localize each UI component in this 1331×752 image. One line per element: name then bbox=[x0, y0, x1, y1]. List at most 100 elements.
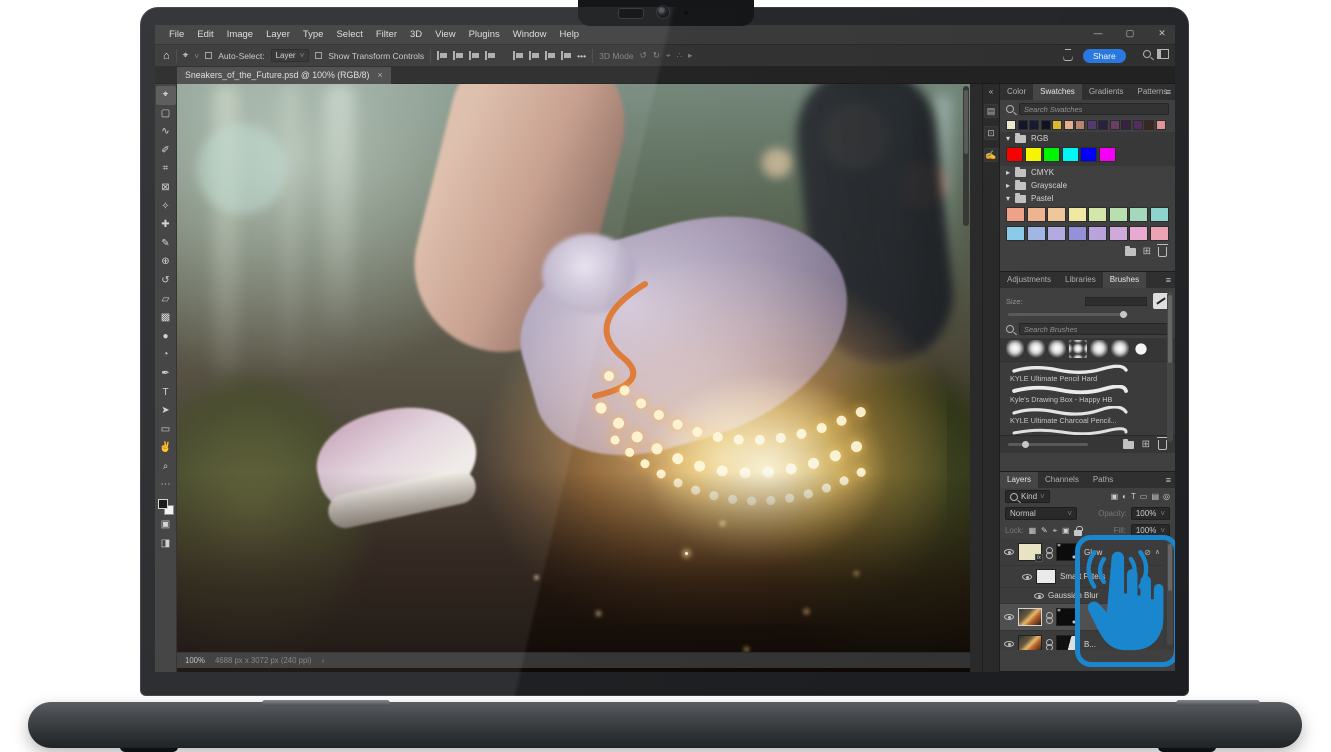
swatch[interactable] bbox=[1133, 120, 1143, 130]
learn-panel-icon[interactable]: ✍ bbox=[984, 148, 998, 162]
swatch-group-pastel[interactable]: ▾ Pastel bbox=[1000, 192, 1175, 205]
maximize-button[interactable]: ▢ bbox=[1117, 25, 1143, 43]
swatch[interactable] bbox=[1121, 120, 1131, 130]
swatch-group-grayscale[interactable]: ▸ Grayscale bbox=[1000, 179, 1175, 192]
swatch[interactable] bbox=[1110, 120, 1120, 130]
new-brush-group-icon[interactable] bbox=[1123, 441, 1134, 449]
lasso-tool[interactable]: ∿ bbox=[156, 123, 176, 142]
tab-layers[interactable]: Layers bbox=[1000, 472, 1038, 488]
more-align-options-icon[interactable]: ••• bbox=[577, 51, 586, 61]
soft-brush-preset[interactable] bbox=[1006, 340, 1024, 358]
distribute-bottom-icon[interactable] bbox=[561, 51, 571, 60]
swatch[interactable] bbox=[1029, 120, 1039, 130]
tab-brushes[interactable]: Brushes bbox=[1103, 272, 1146, 288]
new-swatch-icon[interactable]: ⊞ bbox=[1143, 246, 1151, 257]
slider-thumb[interactable] bbox=[1120, 311, 1127, 318]
tab-gradients[interactable]: Gradients bbox=[1082, 84, 1131, 100]
swatch[interactable] bbox=[1075, 120, 1085, 130]
blend-mode-dropdown[interactable]: Normal ˅ bbox=[1005, 507, 1077, 520]
panel-menu-icon[interactable]: ≡ bbox=[1166, 84, 1171, 100]
menu-plugins[interactable]: Plugins bbox=[463, 25, 506, 45]
pen-tool[interactable]: ✒ bbox=[156, 365, 176, 384]
frame-tool[interactable]: ⊠ bbox=[156, 179, 176, 198]
show-transform-checkbox[interactable] bbox=[315, 52, 322, 59]
zoom-level[interactable]: 100% bbox=[185, 656, 205, 665]
visibility-eye-icon[interactable] bbox=[1034, 593, 1044, 599]
tab-channels[interactable]: Channels bbox=[1038, 472, 1086, 488]
layer-filter-kind-dropdown[interactable]: Kind ˅ bbox=[1005, 490, 1050, 503]
object-selection-tool[interactable]: ✐ bbox=[156, 142, 176, 161]
trash-icon[interactable] bbox=[1158, 440, 1167, 450]
filter-smart-object-icon[interactable]: ▤ bbox=[1151, 492, 1159, 501]
swatch[interactable] bbox=[1099, 147, 1116, 162]
filter-adjustment-icon[interactable]: ◐ bbox=[1122, 492, 1127, 501]
eraser-tool[interactable]: ▱ bbox=[156, 291, 176, 310]
swatch[interactable] bbox=[1109, 226, 1128, 241]
auto-select-target-dropdown[interactable]: Layer ˅ bbox=[271, 49, 310, 62]
menu-3d[interactable]: 3D bbox=[404, 25, 428, 45]
swatch[interactable] bbox=[1062, 147, 1079, 162]
smart-filter-mask-thumbnail[interactable] bbox=[1036, 569, 1056, 584]
filter-type-icon[interactable]: T bbox=[1131, 492, 1136, 501]
menu-help[interactable]: Help bbox=[554, 25, 586, 45]
blur-tool[interactable]: ● bbox=[156, 328, 176, 347]
swatch[interactable] bbox=[1150, 207, 1169, 222]
chevron-down-icon[interactable]: ▾ bbox=[1006, 194, 1010, 203]
close-tab-icon[interactable]: × bbox=[377, 67, 382, 84]
swatch[interactable] bbox=[1088, 207, 1107, 222]
auto-select-checkbox[interactable] bbox=[205, 52, 212, 59]
swatch[interactable] bbox=[1129, 207, 1148, 222]
path-selection-tool[interactable]: ➤ bbox=[156, 402, 176, 421]
brushes-scrollbar[interactable] bbox=[1167, 292, 1173, 442]
swatch[interactable] bbox=[1052, 120, 1062, 130]
brush-item-name[interactable]: Kyle's Drawing Box - Happy HB bbox=[1000, 395, 1175, 404]
visibility-eye-icon[interactable] bbox=[1004, 549, 1014, 555]
swatch[interactable] bbox=[1068, 226, 1087, 241]
marquee-tool[interactable]: ▢ bbox=[156, 105, 176, 124]
eyedropper-tool[interactable]: ✧ bbox=[156, 198, 176, 217]
swatch[interactable] bbox=[1064, 120, 1074, 130]
swatch[interactable] bbox=[1006, 207, 1025, 222]
canvas-scrollbar[interactable] bbox=[963, 86, 969, 226]
swatch[interactable] bbox=[1006, 120, 1016, 130]
menu-window[interactable]: Window bbox=[507, 25, 553, 45]
tab-libraries[interactable]: Libraries bbox=[1058, 272, 1103, 288]
visibility-eye-icon[interactable] bbox=[1022, 574, 1032, 580]
roll-3d-icon[interactable]: ↻ bbox=[653, 50, 660, 61]
hand-tool[interactable]: ✌ bbox=[156, 439, 176, 458]
align-left-icon[interactable] bbox=[437, 51, 447, 60]
swatch[interactable] bbox=[1109, 207, 1128, 222]
swatch[interactable] bbox=[1047, 226, 1066, 241]
brush-item-name[interactable]: KYLE Ultimate Charcoal Pencil... bbox=[1000, 416, 1175, 425]
lock-transparency-icon[interactable]: ▦ bbox=[1029, 526, 1036, 535]
swatch[interactable] bbox=[1129, 226, 1148, 241]
menu-type[interactable]: Type bbox=[297, 25, 330, 45]
search-icon[interactable] bbox=[1143, 50, 1151, 58]
type-tool[interactable]: T bbox=[156, 384, 176, 403]
soft-brush-preset[interactable] bbox=[1069, 340, 1087, 358]
swatch[interactable] bbox=[1047, 207, 1066, 222]
crop-tool[interactable]: ⌗ bbox=[156, 160, 176, 179]
panel-menu-icon[interactable]: ≡ bbox=[1166, 472, 1171, 488]
gradient-tool[interactable]: ▩ bbox=[156, 309, 176, 328]
swatch[interactable] bbox=[1025, 147, 1042, 162]
swatch[interactable] bbox=[1150, 226, 1169, 241]
visibility-eye-icon[interactable] bbox=[1004, 614, 1014, 620]
brush-size-value-box[interactable] bbox=[1085, 297, 1147, 306]
lock-artboard-icon[interactable]: ▣ bbox=[1062, 526, 1069, 535]
menu-select[interactable]: Select bbox=[330, 25, 368, 45]
align-center-icon[interactable] bbox=[453, 51, 463, 60]
history-panel-icon[interactable]: ▤ bbox=[984, 104, 998, 118]
menu-image[interactable]: Image bbox=[221, 25, 259, 45]
more-tools[interactable]: ⋯ bbox=[156, 476, 176, 495]
new-group-icon[interactable] bbox=[1125, 248, 1136, 256]
canvas[interactable]: 100% 4688 px x 3072 px (240 ppi) › bbox=[177, 84, 970, 672]
drag-3d-icon[interactable]: ⌖ bbox=[666, 50, 671, 61]
workspace-switcher-icon[interactable] bbox=[1157, 49, 1169, 59]
slider-thumb[interactable] bbox=[1022, 441, 1029, 448]
layer-thumbnail[interactable]: fx bbox=[1018, 543, 1042, 561]
tab-color[interactable]: Color bbox=[1000, 84, 1033, 100]
panel-menu-icon[interactable]: ≡ bbox=[1166, 272, 1171, 288]
new-brush-icon[interactable]: ⊞ bbox=[1142, 439, 1150, 450]
lock-all-icon[interactable] bbox=[1074, 530, 1082, 536]
